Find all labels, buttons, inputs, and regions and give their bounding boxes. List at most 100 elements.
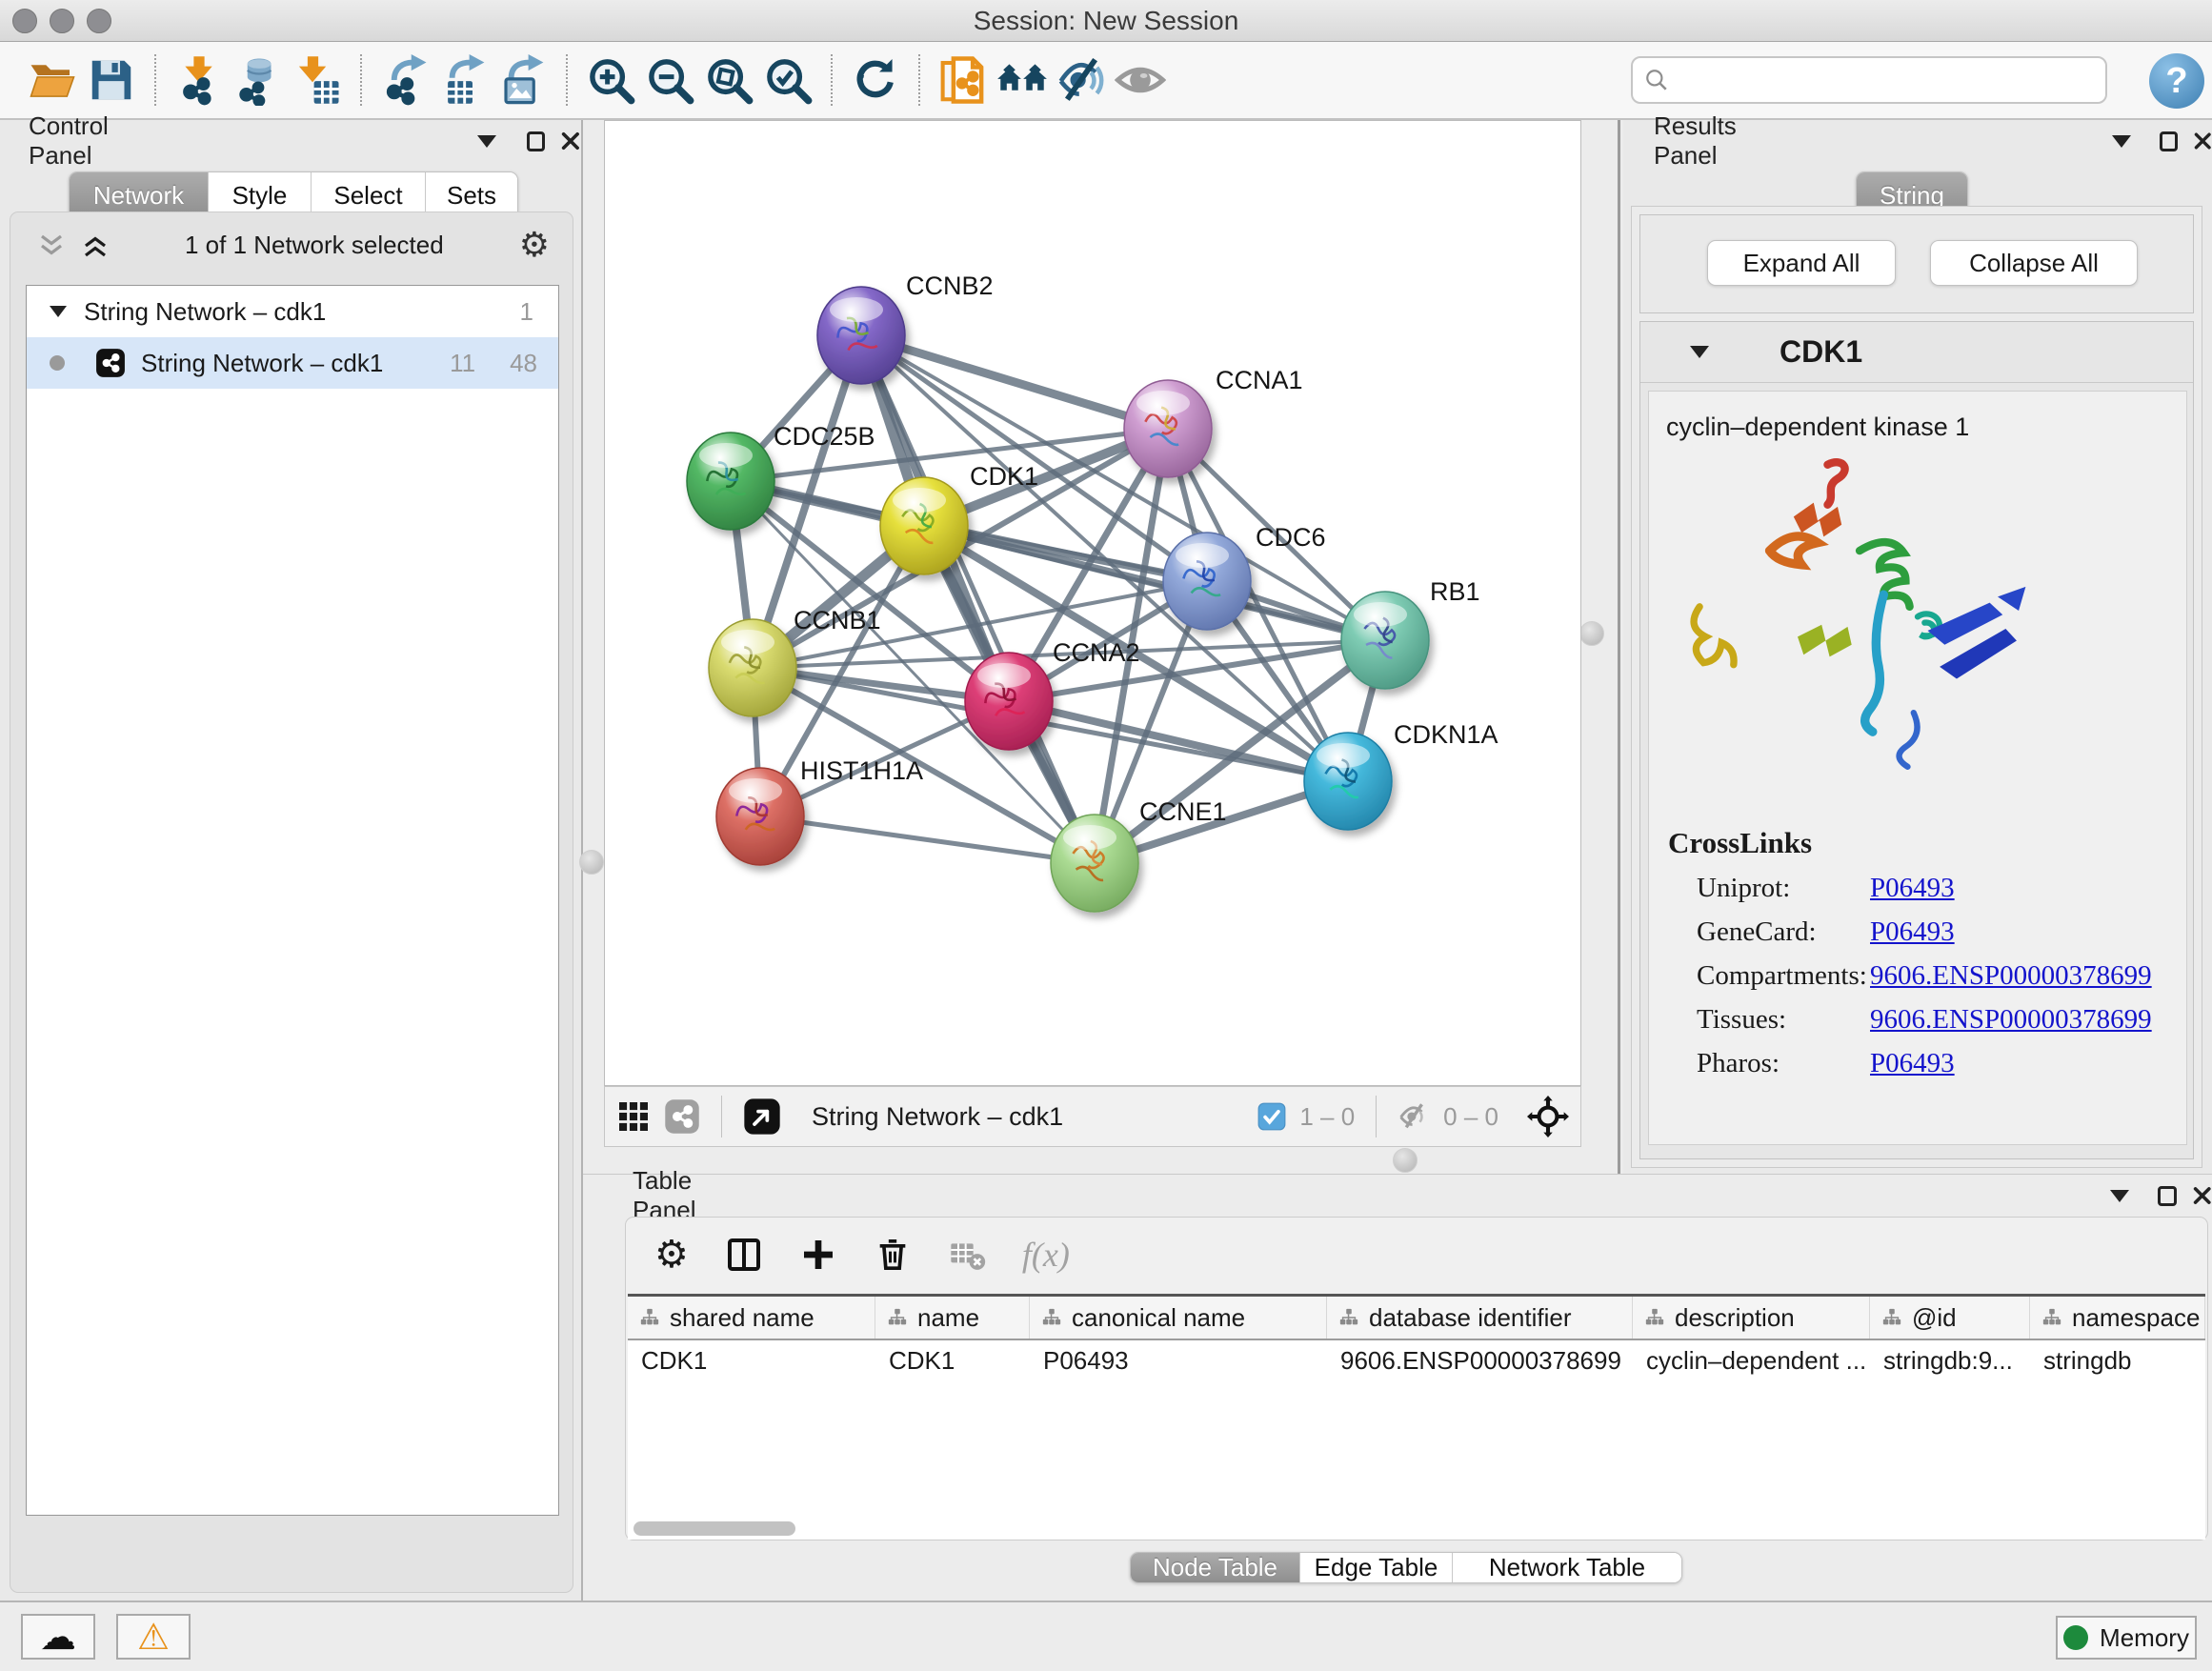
tab-node-table[interactable]: Node Table: [1131, 1553, 1300, 1582]
network-node-CDKN1A[interactable]: [1304, 733, 1392, 830]
collapse-all-icon[interactable]: [37, 233, 66, 258]
save-session-button[interactable]: [82, 50, 141, 111]
document-share-button[interactable]: [934, 50, 993, 111]
table-cell: P06493: [1030, 1346, 1327, 1376]
cloud-icon: ☁: [40, 1616, 76, 1658]
export-image-button[interactable]: [493, 50, 553, 111]
delete-column-trash-icon[interactable]: [874, 1236, 912, 1274]
column-header-database-identifier[interactable]: database identifier: [1327, 1297, 1633, 1339]
control-panel-menu-icon[interactable]: [477, 135, 496, 148]
open-in-new-window-icon[interactable]: [743, 1097, 781, 1136]
results-panel-menu-icon[interactable]: [2112, 135, 2131, 148]
node-table-row[interactable]: CDK1CDK1P064939606.ENSP00000378699cyclin…: [628, 1340, 2205, 1380]
zoom-selected-button[interactable]: [758, 50, 817, 111]
results-panel-divider[interactable]: [1618, 120, 1620, 1174]
column-header-namespace[interactable]: namespace: [2030, 1297, 2205, 1339]
crosslink-row-genecard: GeneCard: P06493: [1649, 910, 2186, 954]
home-button[interactable]: [993, 50, 1052, 111]
gene-collapse-icon[interactable]: [1690, 346, 1709, 358]
export-table-button[interactable]: [434, 50, 493, 111]
gene-section-header[interactable]: CDK1: [1640, 322, 2193, 383]
column-header-canonical-name[interactable]: canonical name: [1030, 1297, 1327, 1339]
results-panel-title: Results Panel: [1654, 111, 1784, 171]
import-network-database-button[interactable]: [229, 50, 288, 111]
open-file-button[interactable]: [23, 50, 82, 111]
tab-network-table[interactable]: Network Table: [1453, 1553, 1681, 1582]
results-panel-float-icon[interactable]: [2160, 131, 2178, 151]
network-node-CCNE1[interactable]: [1051, 815, 1138, 912]
grid-view-icon[interactable]: [616, 1099, 651, 1134]
crosslink-genecard-link[interactable]: P06493: [1870, 916, 1955, 948]
help-button[interactable]: ?: [2149, 53, 2204, 109]
warnings-button[interactable]: ⚠: [116, 1614, 191, 1660]
gene-description: cyclin–dependent kinase 1: [1649, 392, 2186, 442]
crosslink-uniprot-link[interactable]: P06493: [1870, 873, 1955, 904]
crosslink-pharos-link[interactable]: P06493: [1870, 1048, 1955, 1079]
toolbar-divider: [154, 54, 156, 106]
table-cell: CDK1: [875, 1346, 1030, 1376]
fit-selected-crosshair-icon[interactable]: [1527, 1096, 1569, 1137]
network-edge-CCNB2-CCNA1[interactable]: [861, 335, 1168, 429]
zoom-in-button[interactable]: [581, 50, 640, 111]
network-node-CCNB2[interactable]: [817, 287, 905, 384]
search-field[interactable]: [1631, 56, 2107, 104]
hidden-eye-icon[interactable]: [1398, 1100, 1430, 1133]
left-splitter-handle[interactable]: [579, 850, 604, 875]
selected-checkbox-icon[interactable]: [1257, 1102, 1286, 1131]
node-label-CCNA1: CCNA1: [1216, 366, 1303, 394]
tab-edge-table[interactable]: Edge Table: [1300, 1553, 1453, 1582]
table-options-gear-icon[interactable]: ⚙: [654, 1233, 689, 1277]
network-node-CDC6[interactable]: [1163, 533, 1251, 630]
crosslink-row-compartments: Compartments: 9606.ENSP00000378699: [1649, 954, 2186, 997]
network-canvas[interactable]: CCNB2CCNA1CDC25BCDK1CDC6RB1CCNB1CCNA2CDK…: [604, 120, 1581, 1086]
zoom-fit-button[interactable]: [699, 50, 758, 111]
column-header-label: database identifier: [1369, 1303, 1571, 1333]
show-graphics-details-button[interactable]: [1111, 50, 1170, 111]
import-network-file-button[interactable]: [170, 50, 229, 111]
table-panel-float-icon[interactable]: [2158, 1186, 2176, 1206]
collection-expand-icon[interactable]: [50, 306, 67, 317]
column-header-name[interactable]: name: [875, 1297, 1030, 1339]
network-node-HIST1H1A[interactable]: [716, 768, 804, 865]
column-tree-icon: [1041, 1307, 1062, 1328]
network-node-CCNB1[interactable]: [709, 619, 796, 716]
network-node-RB1[interactable]: [1341, 592, 1429, 689]
right-splitter-handle[interactable]: [1579, 621, 1604, 646]
network-graph[interactable]: CCNB2CCNA1CDC25BCDK1CDC6RB1CCNB1CCNA2CDK…: [605, 121, 1580, 1085]
expand-all-button[interactable]: Expand All: [1707, 240, 1896, 286]
network-share-view-icon[interactable]: [664, 1098, 700, 1135]
network-node-CCNA1[interactable]: [1124, 380, 1212, 477]
add-column-icon[interactable]: [799, 1236, 837, 1274]
network-edge-HIST1H1A-CCNE1[interactable]: [760, 816, 1095, 863]
crosslink-compartments-link[interactable]: 9606.ENSP00000378699: [1870, 960, 2152, 992]
network-options-gear-icon[interactable]: ⚙: [519, 226, 550, 265]
control-panel-close-icon[interactable]: [560, 130, 581, 152]
network-row-selected[interactable]: String Network – cdk1 11 48: [27, 337, 558, 389]
table-panel-close-icon[interactable]: [2192, 1184, 2212, 1207]
control-panel-float-icon[interactable]: [527, 131, 546, 151]
expand-all-icon[interactable]: [81, 233, 110, 258]
network-node-CDC25B[interactable]: [687, 433, 774, 530]
crosslink-tissues-link[interactable]: 9606.ENSP00000378699: [1870, 1004, 2152, 1036]
bottom-splitter-handle[interactable]: [1393, 1148, 1418, 1173]
column-header--id[interactable]: @id: [1870, 1297, 2030, 1339]
import-table-file-button[interactable]: [288, 50, 347, 111]
column-header-description[interactable]: description: [1633, 1297, 1870, 1339]
network-node-CDK1[interactable]: [880, 477, 968, 574]
toolbar-divider: [831, 54, 833, 106]
horizontal-scrollbar-thumb[interactable]: [633, 1521, 795, 1536]
show-columns-icon[interactable]: [725, 1236, 763, 1274]
collapse-all-button[interactable]: Collapse All: [1930, 240, 2138, 286]
refresh-view-button[interactable]: [846, 50, 905, 111]
cloud-status-button[interactable]: ☁: [21, 1614, 95, 1660]
results-panel-close-icon[interactable]: [2193, 130, 2212, 152]
table-panel-menu-icon[interactable]: [2110, 1190, 2129, 1202]
network-node-CCNA2[interactable]: [965, 653, 1053, 750]
column-header-shared-name[interactable]: shared name: [628, 1297, 875, 1339]
hide-graphics-details-button[interactable]: [1052, 50, 1111, 111]
network-collection-row[interactable]: String Network – cdk1 1: [27, 286, 558, 337]
export-network-button[interactable]: [375, 50, 434, 111]
zoom-out-button[interactable]: [640, 50, 699, 111]
search-input[interactable]: [1679, 66, 2094, 95]
memory-button[interactable]: Memory: [2056, 1616, 2197, 1660]
